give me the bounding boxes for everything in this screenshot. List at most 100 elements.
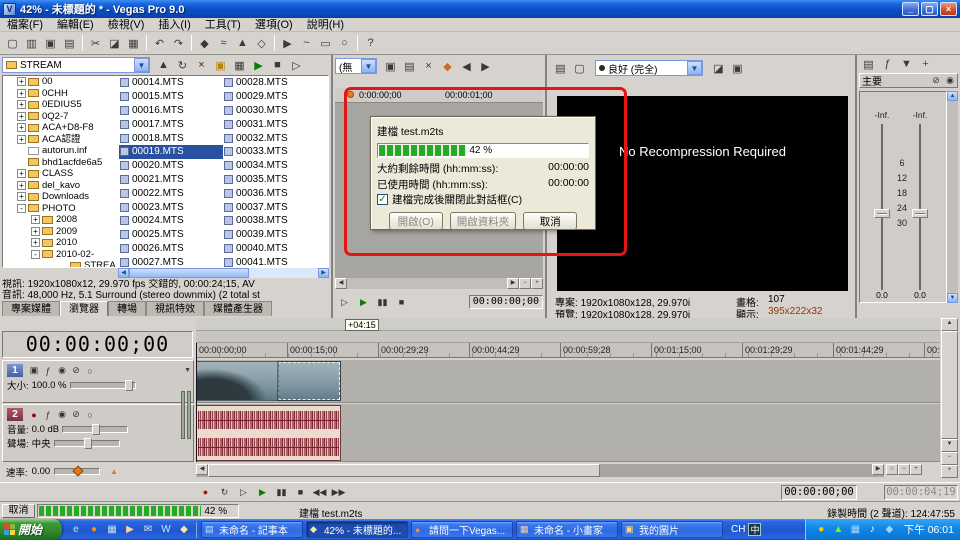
tree-item[interactable]: + ACA+D8-F8 [3,122,116,134]
master-fader-right[interactable]: -Inf. 0.0 [908,92,932,302]
menu-item[interactable]: 插入(I) [151,18,197,32]
taskbar-task-button[interactable]: ▣ 我的圖片 [621,521,723,538]
track-size-slider[interactable] [70,382,136,389]
tree-twisty-icon[interactable]: + [31,227,40,236]
copy-icon[interactable]: ◪ [105,34,124,52]
normal-edit-tool-icon[interactable]: ▶ [278,34,297,52]
automation-settings-icon[interactable]: ◉ [55,408,69,421]
open-icon[interactable]: ▥ [22,34,41,52]
file-item[interactable]: 00043.MTS [327,90,329,104]
fader-handle[interactable] [874,209,890,218]
file-item[interactable]: 00023.MTS [119,200,223,214]
stop-button[interactable]: ■ [392,295,411,310]
tree-twisty-icon[interactable]: + [17,123,26,132]
record-button[interactable]: ● [196,485,215,500]
taskbar-task-button[interactable]: ● 請問一下Vegas... [411,521,513,538]
downmix-output-icon[interactable]: ▼ [897,55,916,73]
track-zoom-out-icon[interactable]: − [941,452,958,465]
scroll-down-icon[interactable]: ▼ [941,439,958,452]
cut-icon[interactable]: ✂ [86,34,105,52]
file-item[interactable]: 00034.MTS [223,159,327,173]
parent-folder-icon[interactable]: ▲ [154,56,173,74]
file-item[interactable]: 00022.MTS [119,186,223,200]
zoom-in-icon[interactable]: + [531,278,543,289]
file-item[interactable]: 00036.MTS [223,186,327,200]
tree-item[interactable]: + 0CHH [3,88,116,100]
pause-button[interactable]: ▮▮ [373,295,392,310]
zoom-edit-tool-icon[interactable]: ○ [335,34,354,52]
auto-preview-icon[interactable]: ▷ [287,56,306,74]
status-cancel-button[interactable]: 取消 [2,504,35,518]
scroll-left-icon[interactable]: ◀ [335,278,347,289]
tree-item[interactable]: - 2010-02- [3,249,116,261]
mute-icon[interactable]: ⊘ [69,364,83,377]
file-item[interactable]: 00021.MTS [119,173,223,187]
tree-twisty-icon[interactable]: + [17,100,26,109]
redo-icon[interactable]: ↷ [169,34,188,52]
paste-icon[interactable]: ▦ [124,34,143,52]
tree-twisty-icon[interactable]: + [31,215,40,224]
dialog-cancel-button[interactable]: 取消 [523,212,577,230]
video-event-clip[interactable] [196,361,341,401]
file-item[interactable]: 00029.MTS [223,90,327,104]
tree-twisty-icon[interactable]: + [17,169,26,178]
file-item[interactable]: 00018.MTS [119,131,223,145]
audio-event-clip[interactable] [196,405,341,461]
file-item[interactable]: 00044.MTS [327,104,329,118]
help-icon[interactable]: ? [361,34,380,52]
scroll-left-icon[interactable]: ◀ [118,268,129,278]
file-item[interactable]: 00035.MTS [223,173,327,187]
go-to-end-button[interactable]: ▶▶ [329,485,348,500]
loop-playback-button[interactable]: ↻ [215,485,234,500]
close-media-icon[interactable]: × [419,57,438,75]
file-item[interactable]: 00040.MTS [223,242,327,256]
video-track-lane[interactable] [196,360,940,403]
trimmer-media-combo[interactable]: (無 ▼ [335,58,377,74]
file-item[interactable]: 00031.MTS [223,117,327,131]
file-item[interactable]: 00050.MTS [327,186,329,200]
timeline-vscrollbar[interactable]: ▲ ▼ − + [941,318,958,478]
tree-twisty-icon[interactable]: + [17,112,26,121]
slider-thumb[interactable] [92,424,100,435]
snap-icon[interactable]: ◆ [195,34,214,52]
chevron-down-icon[interactable]: ▼ [687,61,702,75]
tray-volume-icon[interactable]: ♪ [865,522,880,537]
go-to-start-button[interactable]: ◀◀ [310,485,329,500]
tree-twisty-icon[interactable]: + [17,89,26,98]
ignore-event-grouping-icon[interactable]: ◇ [252,34,271,52]
scroll-right-icon[interactable]: ▶ [318,268,329,278]
menu-item[interactable]: 檢視(V) [101,18,152,32]
new-project-icon[interactable]: ▢ [3,34,22,52]
scroll-up-icon[interactable]: ▲ [947,91,958,101]
file-item[interactable]: 00045.MTS [327,117,329,131]
external-monitor-icon[interactable]: ▢ [570,59,589,77]
tree-item[interactable]: + 0Q2-7 [3,111,116,123]
project-properties-icon[interactable]: ▤ [60,34,79,52]
prev-marker-icon[interactable]: ◀ [457,57,476,75]
rate-scrubber-handle[interactable] [72,465,83,476]
add-marker-icon[interactable]: ◆ [438,57,457,75]
docking-tab[interactable]: 專案媒體 [2,301,60,316]
track-pan-slider[interactable] [54,440,120,447]
file-item[interactable]: 00047.MTS [327,145,329,159]
solo-icon[interactable]: ◉ [943,74,957,87]
restore-button[interactable]: ▢ [921,2,938,16]
stop-button[interactable]: ■ [291,485,310,500]
play-button[interactable]: ▶ [253,485,272,500]
tree-item[interactable]: STREAM [3,260,116,268]
next-marker-icon[interactable]: ▶ [476,57,495,75]
file-item[interactable]: 00048.MTS [327,159,329,173]
file-item[interactable]: 00027.MTS [119,255,223,267]
docking-tab[interactable]: 轉場 [108,301,146,316]
file-item[interactable]: 00037.MTS [223,200,327,214]
tree-item[interactable]: + CLASS [3,168,116,180]
refresh-icon[interactable]: ↻ [173,56,192,74]
minimize-button[interactable]: _ [902,2,919,16]
scrollbar-thumb[interactable] [129,268,249,278]
file-item[interactable]: 00020.MTS [119,159,223,173]
timeline-hscrollbar[interactable]: ◀ ▶ [196,464,884,477]
file-item[interactable]: 00049.MTS [327,173,329,187]
zoom-edit-tool-icon[interactable]: ○ [886,464,898,475]
file-item[interactable]: 00019.MTS [119,145,223,159]
mixer-vscrollbar[interactable]: ▲ ▼ [947,91,958,303]
